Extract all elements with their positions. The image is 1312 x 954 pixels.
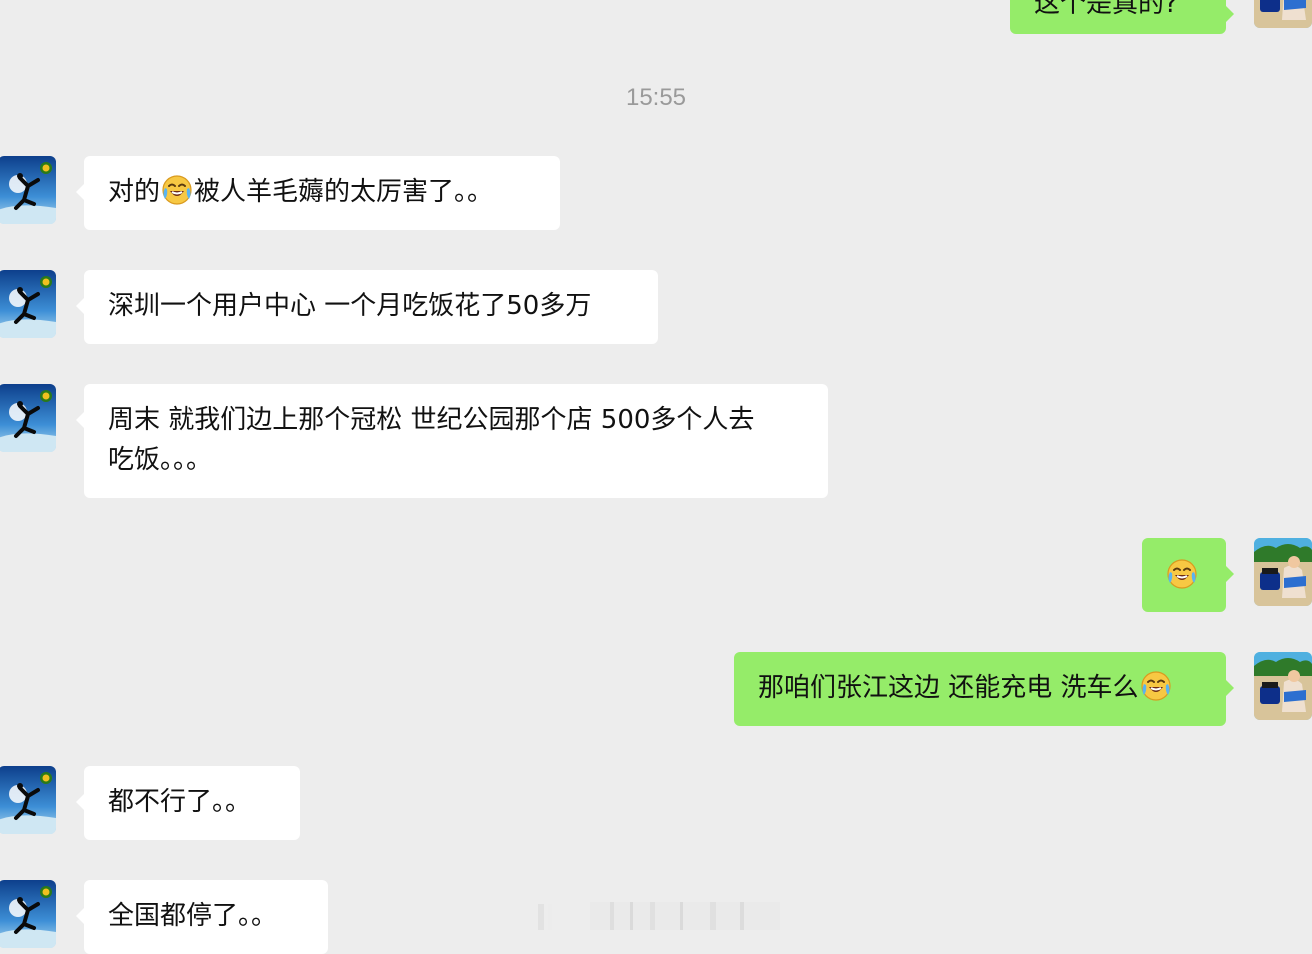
message-text: 那咱们张江这边 还能充电 洗车么	[758, 673, 1139, 703]
message-text: 这个是真的?	[1034, 0, 1178, 19]
jumping-figure-avatar-icon	[0, 270, 56, 338]
laugh-cry-emoji-icon	[1166, 558, 1198, 590]
incoming-message-bubble[interactable]: 周末 就我们边上那个冠松 世纪公园那个店 500多个人去 吃饭。。。	[76, 384, 828, 498]
contact-avatar[interactable]	[0, 766, 56, 834]
contact-avatar[interactable]	[0, 270, 56, 338]
jumping-figure-avatar-icon	[0, 880, 56, 948]
message-text: 深圳一个用户中心 一个月吃饭花了50多万	[108, 291, 592, 321]
beach-photo-avatar-icon	[1254, 538, 1312, 606]
outgoing-emoji-bubble[interactable]	[1142, 538, 1234, 612]
incoming-message-bubble[interactable]: 深圳一个用户中心 一个月吃饭花了50多万	[76, 270, 658, 344]
contact-avatar[interactable]	[0, 384, 56, 452]
chat-area: 这个是真的? 15:55 对的 被人羊毛薅的太厉害了。。 深圳一个用户中心 一个月…	[0, 0, 1312, 954]
incoming-message-bubble[interactable]: 都不行了。。	[76, 766, 300, 840]
self-avatar[interactable]	[1254, 538, 1312, 606]
incoming-message-bubble[interactable]: 对的 被人羊毛薅的太厉害了。。	[76, 156, 560, 230]
message-text-line: 吃饭。。。	[108, 445, 213, 475]
incoming-message-bubble[interactable]: 全国都停了。。	[76, 880, 328, 954]
watermark-smudge	[538, 902, 780, 930]
message-text: 都不行了。。	[108, 787, 252, 817]
message-text: 被人羊毛薅的太厉害了。。	[194, 177, 494, 207]
laugh-cry-emoji-icon	[1140, 670, 1172, 702]
message-text: 全国都停了。。	[108, 901, 278, 931]
self-avatar[interactable]	[1254, 652, 1312, 720]
jumping-figure-avatar-icon	[0, 384, 56, 452]
beach-photo-avatar-icon	[1254, 0, 1312, 28]
contact-avatar[interactable]	[0, 156, 56, 224]
jumping-figure-avatar-icon	[0, 156, 56, 224]
outgoing-message-bubble[interactable]: 那咱们张江这边 还能充电 洗车么	[734, 652, 1234, 726]
self-avatar-top[interactable]	[1254, 0, 1312, 28]
laugh-cry-emoji-icon	[161, 174, 193, 206]
contact-avatar[interactable]	[0, 880, 56, 948]
jumping-figure-avatar-icon	[0, 766, 56, 834]
beach-photo-avatar-icon	[1254, 652, 1312, 720]
timestamp: 15:55	[625, 84, 687, 111]
partial-outgoing-bubble[interactable]: 这个是真的?	[1010, 0, 1234, 34]
message-text: 对的	[108, 177, 161, 207]
message-text-line: 周末 就我们边上那个冠松 世纪公园那个店 500多个人去	[108, 405, 755, 435]
